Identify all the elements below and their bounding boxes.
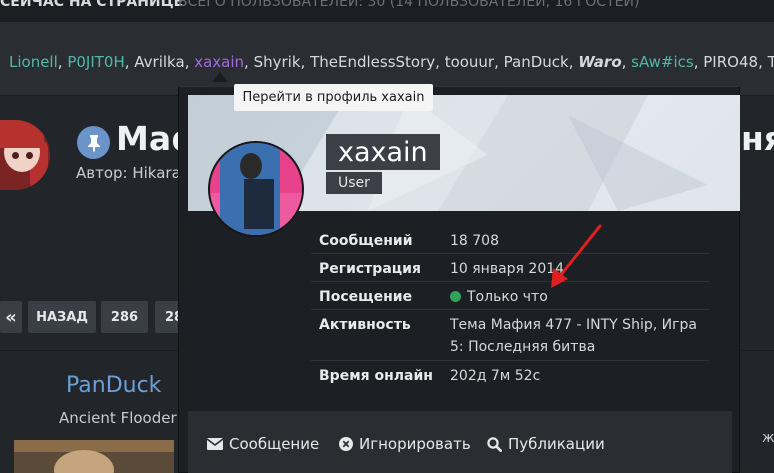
online-user-link[interactable]: T [768,53,774,71]
posts-button[interactable]: Публикации [487,435,605,453]
stat-value: 10 января 2014 [450,261,565,277]
posts-button-label: Публикации [508,435,605,453]
top-strip: Сейчас на странице Всего пользователей: … [0,0,774,22]
stat-row-registered: Регистрация 10 января 2014 [311,254,709,282]
tooltip-arrow [212,72,228,82]
pagination-first-button[interactable]: « [0,301,22,333]
pagination-back-button[interactable]: НАЗАД [28,301,96,333]
stat-label: Сообщений [319,233,413,249]
post-author-name[interactable]: PanDuck [66,373,161,398]
online-user-link[interactable]: P0JIT0H [67,53,124,71]
stat-row-messages: Сообщений 18 708 [311,226,709,254]
profile-role: User [326,172,382,194]
online-status-icon [450,291,461,302]
pin-icon [77,126,110,159]
pagination-page-button[interactable]: 286 [101,301,148,333]
post-author-rank: Ancient Flooder [59,409,177,427]
stat-label: Активность [319,317,411,333]
online-user-link[interactable]: Shyrik [254,53,301,71]
profile-avatar[interactable] [208,141,304,237]
stat-value-last-seen: Только что [450,286,548,308]
stat-value-activity[interactable]: Тема Мафия 477 - INTY Ship, Игра 5: Посл… [450,314,710,358]
profile-link-tooltip: Перейти в профиль xaxain [234,84,433,111]
online-user-link[interactable]: Lionell [9,53,58,71]
stat-label: Время онлайн [319,368,433,384]
stat-label: Посещение [319,289,413,305]
online-user-link[interactable]: PIRO48 [703,53,758,71]
post-cut-text: жмо [762,430,774,446]
stat-row-time-online: Время онлайн 202д 7м 52с [311,361,709,389]
search-icon [487,436,502,452]
stat-row-last-seen: Посещение Только что [311,282,709,310]
online-stats: Всего пользователей: 30 (14 пользователе… [178,0,640,10]
stat-value: 18 708 [450,233,499,249]
envelope-icon [207,438,223,450]
close-circle-icon [339,437,353,451]
topic-author: Автор: Hikara [76,164,181,182]
online-user-link[interactable]: PanDuck [504,53,569,71]
ignore-button[interactable]: Игнорировать [339,435,471,453]
topic-author-avatar[interactable] [0,120,50,190]
online-user-link[interactable]: sAw#ics [631,53,694,71]
online-section-title: Сейчас на странице [0,0,184,10]
last-seen-text: Только что [467,289,548,305]
post-author-avatar[interactable] [14,440,174,473]
profile-hovercard: xaxain User Сообщений 18 708 Регистрация… [178,86,740,473]
message-button-label: Сообщение [229,435,320,453]
profile-username[interactable]: xaxain [326,134,440,170]
online-user-link[interactable]: TheEndlessStory [310,53,435,71]
profile-actions-bar: Сообщение Игнорировать Публикации [188,411,732,473]
online-user-link[interactable]: Waro [578,53,621,71]
message-button[interactable]: Сообщение [207,435,319,453]
online-users-list: Lionell, P0JIT0H, Avrilka, xaxain, Shyri… [9,53,774,71]
stat-value: 202д 7м 52с [450,368,541,384]
online-user-link[interactable]: toouur [445,53,494,71]
ignore-button-label: Игнорировать [359,435,471,453]
stat-row-activity: Активность Тема Мафия 477 - INTY Ship, И… [311,310,709,361]
stat-label: Регистрация [319,261,421,277]
online-user-link-hovered[interactable]: xaxain [194,53,244,71]
online-user-link[interactable]: Avrilka [134,53,184,71]
topic-title-tail: ня [741,119,774,158]
